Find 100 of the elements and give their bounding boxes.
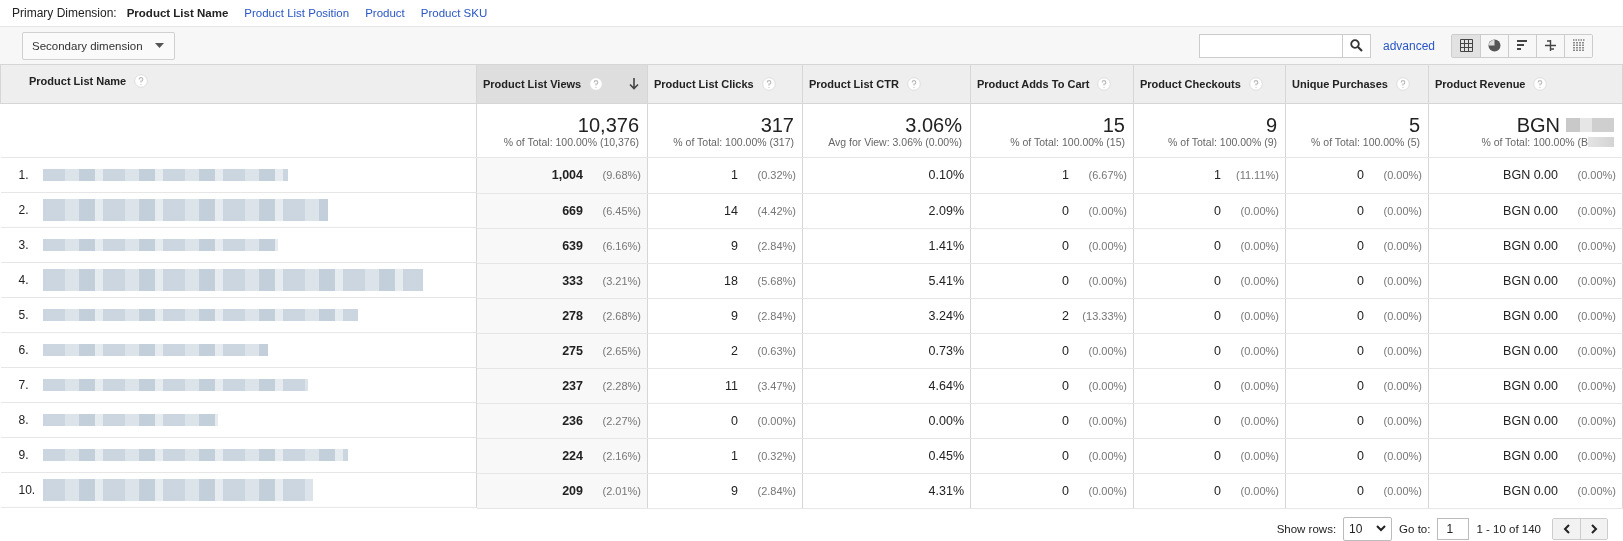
percent-share: (0.00%) [1382,169,1422,182]
column-header-cell[interactable]: Product Adds To Cart [970,64,1134,104]
goto-field[interactable]: 1 [1437,517,1470,540]
percent-share: (0.00%) [1576,169,1616,182]
table-cell: 639 [562,238,583,253]
help-icon[interactable] [1248,77,1263,91]
comparison-icon [1544,39,1557,52]
percent-share: (3.21%) [601,274,641,287]
row-number: 9. [18,448,30,462]
percent-share: (0.63%) [756,344,796,357]
table-cell: 14 [724,203,738,218]
percent-share: (0.00%) [1576,449,1616,462]
search-field[interactable] [1198,33,1371,58]
total-value: 9 [1265,113,1277,136]
percent-share: (2.28%) [601,379,641,392]
table-cell: 0 [1357,448,1364,463]
dimension-link[interactable]: Product SKU [420,7,488,19]
total-note: % of Total: 100.00% (9) [1168,135,1277,148]
table-cell: 0 [1214,308,1221,323]
table-cell: 11 [725,378,738,393]
column-header[interactable]: Product Revenue [1435,78,1526,90]
search-icon [1349,39,1363,52]
percent-share: (2.84%) [756,484,796,497]
total-note: % of Total: 100.00% (10,376) [503,135,639,148]
table-cell: 0 [731,413,738,428]
percent-share: (0.00%) [1087,414,1127,427]
percent-share: (2.01%) [601,484,641,497]
table-view-button[interactable] [1452,34,1480,57]
help-icon[interactable] [761,77,776,91]
help-icon[interactable] [1533,77,1548,91]
percent-share: (0.00%) [1382,274,1422,287]
column-header[interactable]: Product Checkouts [1140,78,1241,90]
column-header-cell[interactable]: Product Checkouts [1133,64,1286,104]
row-number: 2. [18,203,30,217]
row-number: 5. [18,308,30,322]
column-header[interactable]: Product List Name [29,75,127,87]
table-cell: 0 [1214,448,1221,463]
percent-share: (0.00%) [1576,344,1616,357]
column-header-cell[interactable]: Unique Purchases [1285,64,1429,104]
column-header-cell[interactable]: Product List Views [476,64,648,104]
column-header-cell[interactable]: Product Revenue [1428,64,1623,104]
column-header[interactable]: Unique Purchases [1292,78,1388,90]
column-header-cell[interactable]: Product List Name [0,64,477,104]
percent-share: (0.00%) [1382,239,1422,252]
total-value: 15 [1102,113,1125,136]
secondary-dimension-dropdown[interactable]: Secondary dimension [22,31,175,60]
column-header[interactable]: Product List Views [483,78,582,90]
column-header[interactable]: Product List Clicks [654,78,754,90]
row-number: 10. [18,483,37,497]
table-cell: 9 [731,308,738,323]
help-icon[interactable] [1097,77,1112,91]
percent-share: (0.00%) [1239,239,1279,252]
dimension-link[interactable]: Product [365,7,405,19]
column-header-cell[interactable]: Product List CTR [802,64,971,104]
dimension-link[interactable]: Product List Name [126,7,229,19]
table-cell: 0 [1062,378,1069,393]
sort-arrow-icon[interactable] [629,78,639,90]
total-note: % of Total: 100.00% (5) [1311,135,1420,148]
help-icon[interactable] [906,77,921,91]
dimension-link[interactable]: Product List Position [244,7,350,19]
table-cell: 4.64% [928,378,964,393]
percent-share: (0.00%) [1576,274,1616,287]
table-cell: 0 [1062,483,1069,498]
row-number: 1. [18,168,30,182]
total-value: 10,376 [577,113,639,136]
help-icon[interactable] [134,74,149,88]
table-cell: BGN 0.00 [1503,378,1558,393]
table-cell: 1 [1214,168,1221,183]
column-header[interactable]: Product Adds To Cart [977,78,1090,90]
percent-share: (0.00%) [1087,204,1127,217]
advanced-link[interactable]: advanced [1382,38,1435,53]
help-icon[interactable] [589,77,604,91]
help-icon[interactable] [1396,77,1410,91]
percent-share: (0.00%) [1239,344,1279,357]
percent-share: (0.00%) [1576,414,1616,427]
total-note: Avg for View: 3.06% (0.00%) [828,135,962,148]
table-cell: BGN 0.00 [1503,203,1558,218]
table-cell: 0 [1214,238,1221,253]
percent-share: (0.00%) [1382,309,1422,322]
percent-share: (6.67%) [1087,169,1127,182]
table-cell: 0 [1062,203,1069,218]
table-cell: BGN 0.00 [1503,483,1558,498]
chevron-left-icon [1562,523,1571,534]
table-cell: BGN 0.00 [1503,238,1558,253]
table-cell: BGN 0.00 [1503,273,1558,288]
percent-share: (6.16%) [601,239,641,252]
next-page-button[interactable] [1580,518,1607,539]
table-cell: 278 [562,308,583,323]
percent-share: (0.00%) [1576,484,1616,497]
table-cell: 4.31% [928,483,964,498]
rows-dropdown[interactable]: 10 [1343,516,1393,541]
percent-share: (0.00%) [756,414,796,427]
percent-share: (0.00%) [1087,344,1127,357]
previous-page-button[interactable] [1553,518,1580,539]
column-header-cell[interactable]: Product List Clicks [647,64,803,104]
table-cell: 0 [1214,273,1221,288]
chevron-down-icon [1376,525,1387,532]
table-cell: 0 [1357,203,1364,218]
column-header[interactable]: Product List CTR [809,78,899,90]
percent-share: (2.68%) [601,309,641,322]
